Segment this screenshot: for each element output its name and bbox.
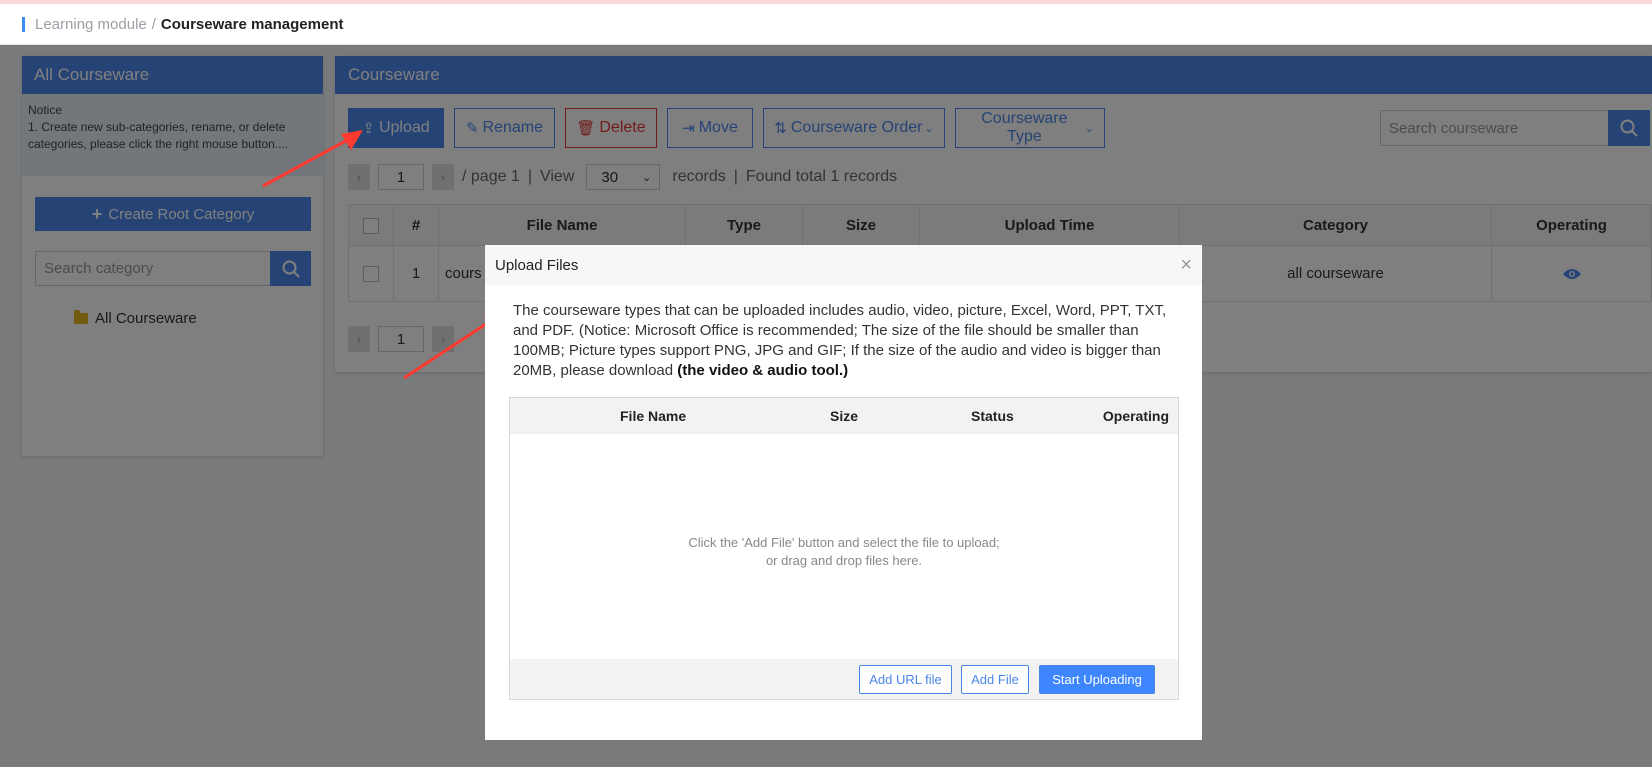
upload-files-dialog: Upload Files × The courseware types that…	[485, 245, 1202, 740]
dialog-title: Upload Files	[495, 256, 579, 274]
breadcrumb-separator: /	[151, 15, 156, 33]
drop-zone-hint-line1: Click the 'Add File' button and select t…	[688, 535, 1000, 550]
drop-zone-hint-line2: or drag and drop files here.	[765, 553, 923, 568]
add-url-file-button[interactable]: Add URL file	[859, 665, 952, 694]
start-uploading-button[interactable]: Start Uploading	[1039, 665, 1155, 694]
upload-description: The courseware types that can be uploade…	[513, 301, 1188, 381]
upload-col-file-name: File Name	[620, 408, 687, 424]
upload-list-header: File Name Size Status Operating	[510, 398, 1178, 434]
add-file-button[interactable]: Add File	[961, 665, 1029, 694]
video-audio-tool-link[interactable]: (the video & audio tool.)	[677, 362, 848, 379]
dialog-header: Upload Files ×	[485, 245, 1202, 285]
close-icon[interactable]: ×	[1180, 255, 1192, 275]
app-root: Learning module / Courseware management …	[0, 0, 1652, 767]
upload-col-operating: Operating	[1102, 408, 1169, 424]
annotation-arrow-upload	[262, 130, 363, 188]
upload-col-size: Size	[830, 408, 859, 424]
breadcrumb-current: Courseware management	[160, 15, 344, 33]
breadcrumb-marker	[22, 16, 25, 32]
upload-col-status: Status	[971, 408, 1014, 424]
drop-zone-hint: Click the 'Add File' button and select t…	[510, 534, 1178, 570]
upload-list-footer: Add URL file Add File Start Uploading	[510, 659, 1178, 699]
breadcrumb: Learning module / Courseware management	[0, 4, 1652, 45]
upload-file-list[interactable]: File Name Size Status Operating Click th…	[509, 397, 1179, 700]
breadcrumb-parent[interactable]: Learning module	[35, 16, 147, 33]
